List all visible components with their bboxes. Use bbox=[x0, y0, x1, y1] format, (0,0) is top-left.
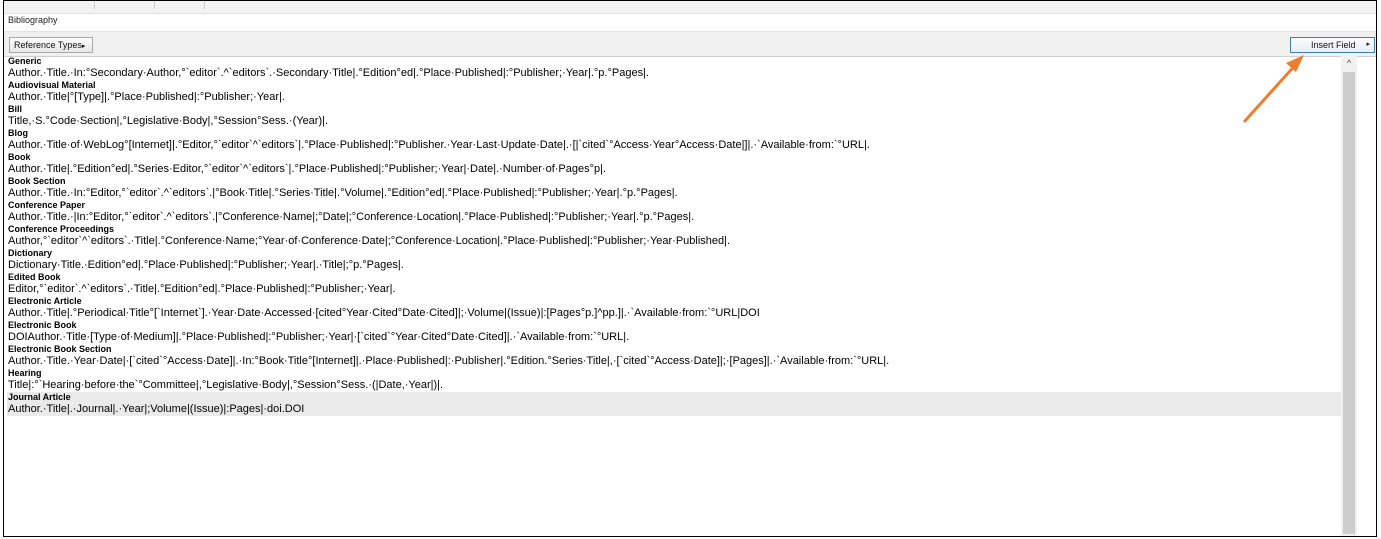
list-item[interactable]: Bill Title,·S.°Code·Section|,°Legislativ… bbox=[7, 104, 1341, 128]
list-item[interactable]: Dictionary Dictionary·Title.·Edition°ed|… bbox=[7, 248, 1341, 272]
top-tab[interactable] bbox=[154, 1, 205, 9]
reference-type-name: Edited Book bbox=[8, 272, 61, 282]
template-text[interactable]: Author.·Title.·In:°Secondary·Author,°`ed… bbox=[8, 67, 649, 80]
panel-title: Bibliography bbox=[8, 15, 58, 25]
annotation-arrow-shaft bbox=[1242, 60, 1300, 124]
vertical-scrollbar[interactable]: ^ bbox=[1341, 56, 1357, 536]
reference-type-name: Conference Proceedings bbox=[8, 224, 115, 234]
reference-type-name: Audiovisual Material bbox=[8, 80, 96, 90]
template-text[interactable]: Dictionary·Title.·Edition°ed|.°Place·Pub… bbox=[8, 259, 404, 272]
reference-type-name: Book bbox=[8, 152, 31, 162]
template-text[interactable]: Author.·Title|.·Journal|.·Year|;Volume|(… bbox=[8, 403, 304, 416]
top-tab[interactable] bbox=[94, 1, 155, 9]
list-item[interactable]: Electronic Book Section Author.·Title.·Y… bbox=[7, 344, 1341, 368]
template-text[interactable]: Author,°`editor`^`editors`.·Title|.°Conf… bbox=[8, 235, 730, 248]
template-text[interactable]: Author.·Title|.°Edition°ed|.°Series·Edit… bbox=[8, 163, 606, 176]
list-item[interactable]: Audiovisual Material Author.·Title|°[Typ… bbox=[7, 80, 1341, 104]
template-text[interactable]: Author.·Title·of·WebLog°[Internet]|.°Edi… bbox=[8, 139, 870, 152]
toolbar: Reference Types▸ Insert Field ▸ bbox=[4, 31, 1376, 57]
top-tab-strip bbox=[4, 1, 1376, 14]
reference-type-list[interactable]: Generic Author.·Title.·In:°Secondary·Aut… bbox=[7, 56, 1341, 536]
list-item[interactable]: Book Section Author.·Title.·In:°Editor,°… bbox=[7, 176, 1341, 200]
top-tab[interactable] bbox=[4, 1, 95, 9]
scroll-thumb[interactable] bbox=[1343, 72, 1355, 534]
list-item[interactable]: Conference Proceedings Author,°`editor`^… bbox=[7, 224, 1341, 248]
reference-type-name: Hearing bbox=[8, 368, 42, 378]
list-item[interactable]: Blog Author.·Title·of·WebLog°[Internet]|… bbox=[7, 128, 1341, 152]
reference-type-name: Electronic Article bbox=[8, 296, 82, 306]
template-text[interactable]: Editor,°`editor`.^`editors`.·Title|.°Edi… bbox=[8, 283, 396, 296]
chevron-right-icon: ▸ bbox=[1366, 41, 1370, 48]
template-text[interactable]: Author.·Title.·In:°Editor,°`editor`.^`ed… bbox=[8, 187, 678, 200]
template-text[interactable]: Title|:°`Hearing·before·the`°Committee|,… bbox=[8, 379, 443, 392]
chevron-right-icon: ▸ bbox=[81, 43, 86, 50]
template-text[interactable]: Author.·Title|°[Type]|.°Place·Published|… bbox=[8, 91, 285, 104]
template-text[interactable]: Author.·Title.·Year·Date|·[`cited`°Acces… bbox=[8, 355, 889, 368]
insert-field-label: Insert Field bbox=[1311, 40, 1356, 50]
annotation-arrow-head bbox=[1286, 55, 1304, 72]
annotation-arrow-icon bbox=[1242, 55, 1304, 124]
list-item[interactable]: Generic Author.·Title.·In:°Secondary·Aut… bbox=[7, 56, 1341, 80]
template-text[interactable]: Title,·S.°Code·Section|,°Legislative·Bod… bbox=[8, 115, 328, 128]
reference-type-name: Dictionary bbox=[8, 248, 53, 258]
reference-type-name: Journal Article bbox=[8, 392, 71, 402]
insert-field-button[interactable]: Insert Field ▸ bbox=[1290, 37, 1375, 53]
list-item[interactable]: Electronic Book DOIAuthor.·Title·[Type·o… bbox=[7, 320, 1341, 344]
reference-type-name: Generic bbox=[8, 56, 42, 66]
reference-type-name: Blog bbox=[8, 128, 28, 138]
reference-type-name: Bill bbox=[8, 104, 23, 114]
list-item[interactable]: Electronic Article Author.·Title|.°Perio… bbox=[7, 296, 1341, 320]
template-text[interactable]: Author.·Title.·|In:°Editor,°`editor`.^`e… bbox=[8, 211, 694, 224]
scroll-up-icon[interactable]: ^ bbox=[1341, 56, 1357, 70]
list-item[interactable]: Conference Paper Author.·Title.·|In:°Edi… bbox=[7, 200, 1341, 224]
reference-type-name: Electronic Book bbox=[8, 320, 77, 330]
template-text[interactable]: DOIAuthor.·Title·[Type·of·Medium]|.°Plac… bbox=[8, 331, 629, 344]
template-text[interactable]: Author.·Title|.°Periodical·Title°[`Inter… bbox=[8, 307, 760, 320]
reference-type-name: Electronic Book Section bbox=[8, 344, 112, 354]
list-item[interactable]: Hearing Title|:°`Hearing·before·the`°Com… bbox=[7, 368, 1341, 392]
reference-types-button[interactable]: Reference Types▸ bbox=[9, 37, 93, 53]
reference-type-name: Book Section bbox=[8, 176, 66, 186]
reference-type-name: Conference Paper bbox=[8, 200, 86, 210]
list-item[interactable]: Book Author.·Title|.°Edition°ed|.°Series… bbox=[7, 152, 1341, 176]
list-item[interactable]: Journal Article Author.·Title|.·Journal|… bbox=[7, 392, 1341, 416]
list-item[interactable]: Edited Book Editor,°`editor`.^`editors`.… bbox=[7, 272, 1341, 296]
reference-types-label: Reference Types bbox=[14, 40, 82, 50]
